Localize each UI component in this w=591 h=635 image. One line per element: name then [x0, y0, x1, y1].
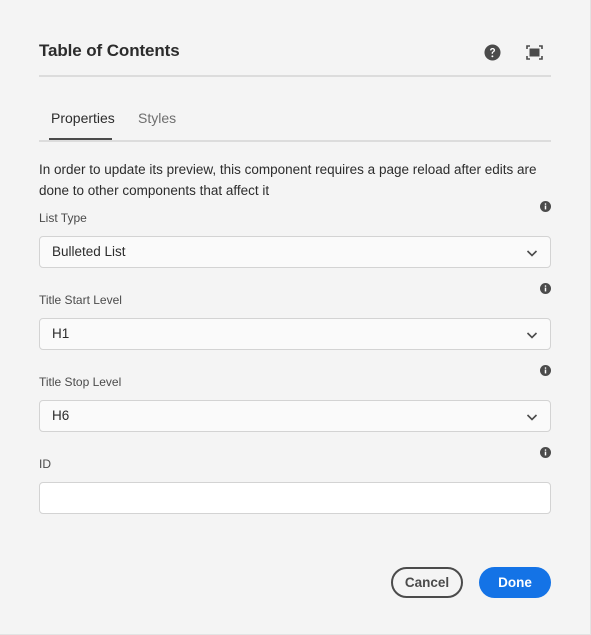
active-tab-indicator — [49, 138, 112, 140]
info-icon[interactable] — [539, 364, 551, 376]
dialog-header: Table of Contents — [39, 0, 551, 77]
title-start-level-select[interactable]: H1 — [39, 318, 551, 350]
title-stop-level-value: H6 — [52, 408, 70, 423]
help-icon[interactable] — [483, 43, 501, 61]
chevron-down-icon — [526, 250, 538, 257]
dialog-title: Table of Contents — [39, 41, 180, 60]
info-icon[interactable] — [539, 282, 551, 294]
tab-list: Properties Styles — [39, 95, 551, 142]
id-label: ID — [39, 457, 51, 471]
toc-dialog: Table of Contents Properties Styles In o… — [0, 0, 591, 635]
title-start-level-value: H1 — [52, 326, 70, 341]
done-button[interactable]: Done — [479, 567, 551, 598]
title-stop-level-select[interactable]: H6 — [39, 400, 551, 432]
fullscreen-icon[interactable] — [525, 43, 543, 61]
list-type-select[interactable]: Bulleted List — [39, 236, 551, 268]
list-type-label: List Type — [39, 211, 87, 225]
chevron-down-icon — [526, 332, 538, 339]
tab-properties[interactable]: Properties — [51, 110, 115, 126]
tab-styles[interactable]: Styles — [138, 110, 176, 126]
title-start-level-label: Title Start Level — [39, 293, 122, 307]
info-icon[interactable] — [539, 446, 551, 458]
chevron-down-icon — [526, 414, 538, 421]
info-icon[interactable] — [539, 200, 551, 212]
cancel-button[interactable]: Cancel — [391, 567, 463, 598]
id-input[interactable] — [39, 482, 551, 514]
title-stop-level-label: Title Stop Level — [39, 375, 122, 389]
reload-notice: In order to update its preview, this com… — [39, 162, 537, 198]
list-type-value: Bulleted List — [52, 244, 126, 259]
